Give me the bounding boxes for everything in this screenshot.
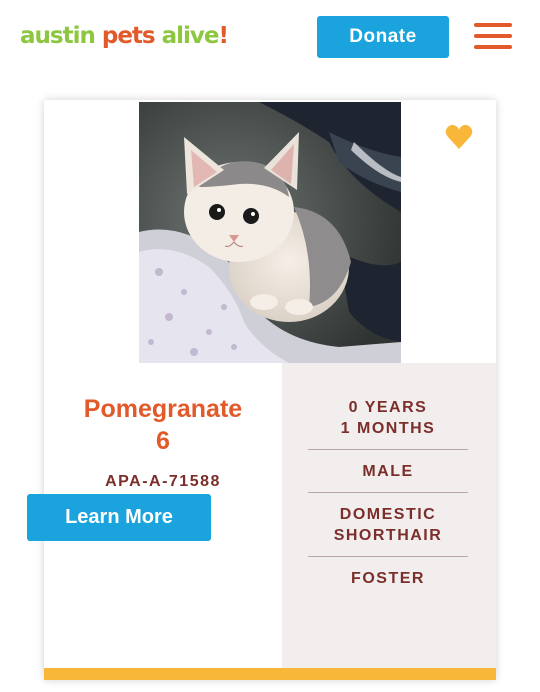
- card-footer-bar: [44, 668, 496, 680]
- attr-divider: [308, 492, 468, 493]
- pet-age: 0 YEARS 1 MONTHS: [308, 397, 468, 439]
- pet-sex: MALE: [362, 463, 414, 480]
- logo-word-pets: pets: [101, 23, 156, 49]
- attr-divider: [308, 556, 468, 557]
- pet-name-line1: Pomegranate: [83, 395, 243, 423]
- attr-divider: [308, 449, 468, 450]
- menu-bar-bottom: [474, 45, 512, 49]
- pet-id: APA-A-71588: [105, 473, 221, 490]
- pet-name: Pomegranate 6: [44, 393, 282, 457]
- learn-more-button[interactable]: Learn More: [27, 494, 211, 541]
- logo-word-austin: austin: [20, 23, 96, 49]
- pet-age-months: 1 MONTHS: [340, 420, 436, 437]
- logo-word-alive: alive: [161, 23, 220, 49]
- pet-attributes: 0 YEARS 1 MONTHS MALE DOMESTIC SHORTHAIR…: [282, 363, 496, 668]
- heart-icon[interactable]: [444, 122, 474, 152]
- pet-breed-line2: SHORTHAIR: [333, 527, 443, 544]
- logo-exclamation: !: [218, 23, 229, 49]
- pet-photo[interactable]: [139, 102, 401, 363]
- austin-pets-alive-logo[interactable]: austin pets alive!: [20, 22, 229, 50]
- pet-card: Pomegranate 6 APA-A-71588 0 YEARS 1 MONT…: [44, 100, 496, 680]
- site-header: austin pets alive! Donate: [0, 0, 540, 80]
- donate-button[interactable]: Donate: [317, 16, 449, 58]
- pet-breed-line1: DOMESTIC: [339, 506, 437, 523]
- pet-name-line2: 6: [156, 427, 170, 455]
- pet-breed: DOMESTIC SHORTHAIR: [308, 504, 468, 546]
- menu-bar-middle: [474, 34, 512, 38]
- hamburger-menu-icon[interactable]: [472, 20, 514, 52]
- pet-status: FOSTER: [351, 570, 425, 587]
- pet-age-years: 0 YEARS: [348, 399, 428, 416]
- menu-bar-top: [474, 23, 512, 27]
